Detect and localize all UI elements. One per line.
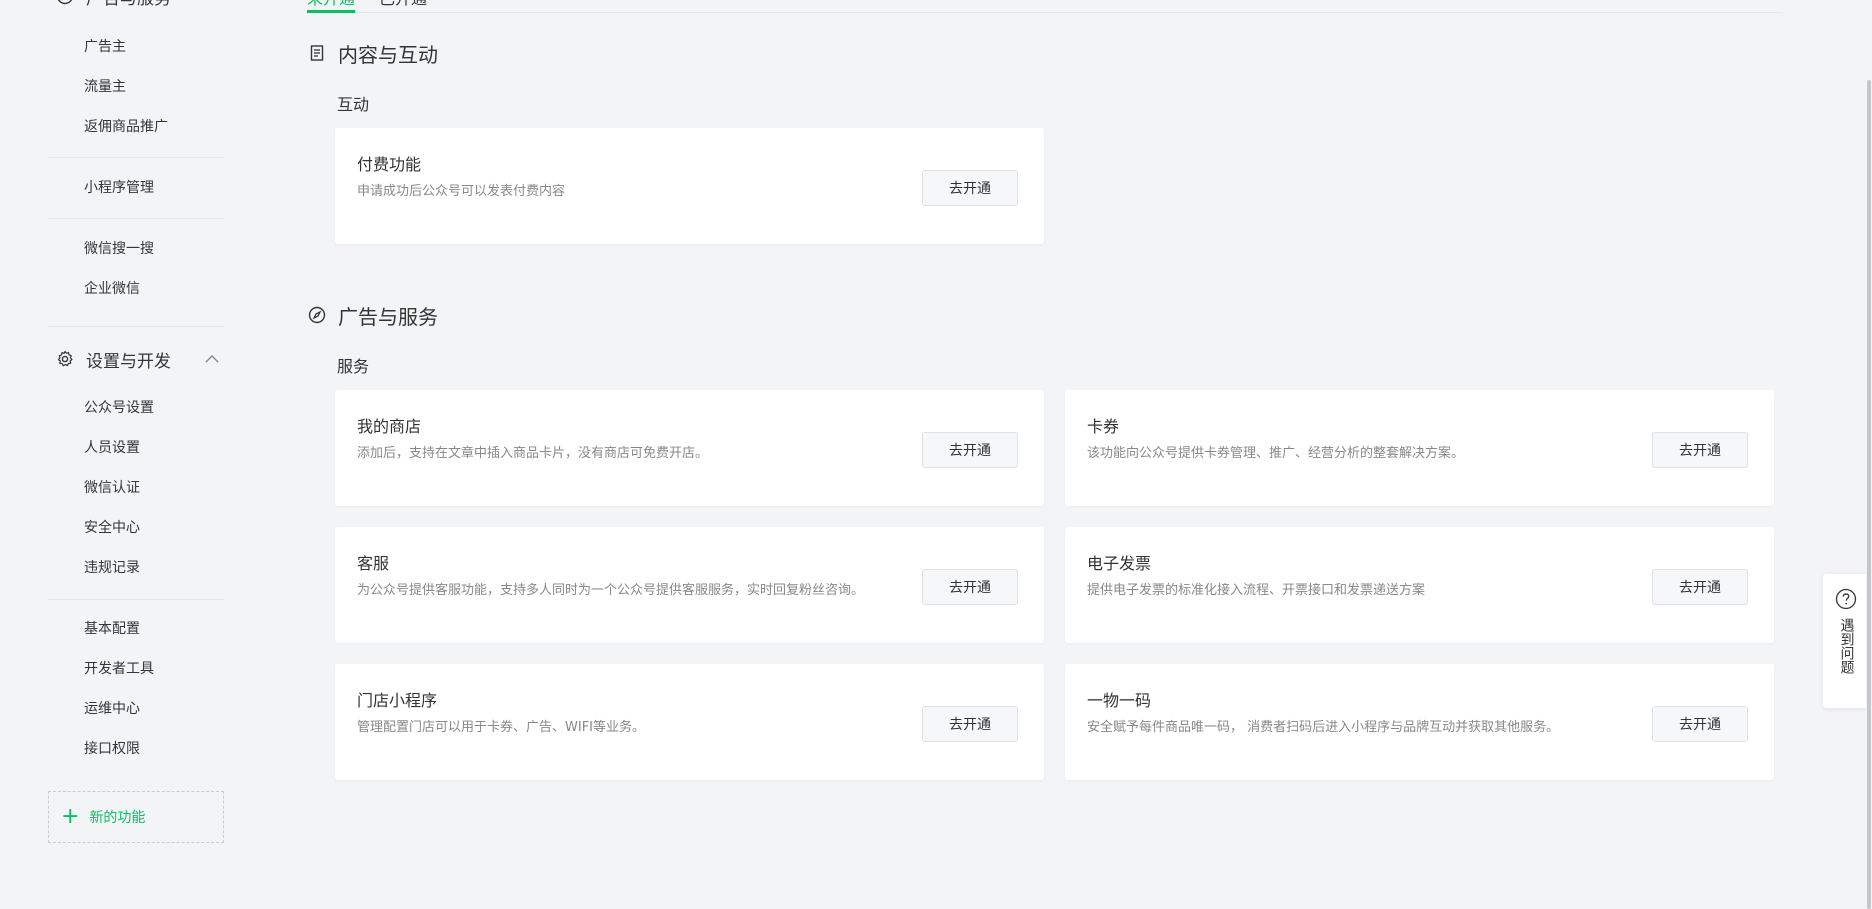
section-subtitle: 互动 <box>337 95 370 114</box>
plus-icon: + <box>61 804 80 829</box>
sidebar-item-wechat-search[interactable]: 微信搜一搜 <box>84 239 154 259</box>
card-description: 安全赋予每件商品唯一码， 消费者扫码后进入小程序与品牌互动并获取其他服务。 <box>1087 720 1560 735</box>
compass-icon <box>56 0 74 5</box>
card-description: 提供电子发票的标准化接入流程、开票接口和发票递送方案 <box>1087 583 1426 598</box>
gear-icon <box>56 350 74 368</box>
tab-enabled[interactable]: 已开通 <box>379 0 427 10</box>
new-feature-label: 新的功能 <box>89 810 146 826</box>
card-title: 一物一码 <box>1087 691 1152 710</box>
sidebar-item-advertiser[interactable]: 广告主 <box>84 37 126 57</box>
sidebar-item-violation-records[interactable]: 违规记录 <box>84 558 140 578</box>
section-title-ads: 广告与服务 <box>308 301 438 329</box>
sidebar-item-security-center[interactable]: 安全中心 <box>84 518 140 538</box>
card-description: 添加后，支持在文章中插入商品卡片，没有商店可免费开店。 <box>357 446 709 461</box>
enable-button[interactable]: 去开通 <box>922 569 1018 605</box>
sidebar-item-traffic-owner[interactable]: 流量主 <box>84 77 126 97</box>
feature-card-customer-service: 客服 为公众号提供客服功能，支持多人同时为一个公众号提供客服服务，实时回复粉丝咨… <box>335 527 1044 643</box>
enable-button[interactable]: 去开通 <box>922 432 1018 468</box>
sidebar-divider <box>48 218 224 219</box>
document-icon <box>308 44 326 62</box>
section-title-text: 广告与服务 <box>338 304 438 329</box>
sidebar-item-mini-program[interactable]: 小程序管理 <box>84 178 154 198</box>
card-description: 该功能向公众号提供卡券管理、推广、经营分析的整套解决方案。 <box>1087 446 1465 461</box>
new-feature-button[interactable]: + 新的功能 <box>48 791 224 843</box>
help-label: 遇到问题 <box>1838 618 1855 674</box>
card-title: 卡券 <box>1087 417 1120 436</box>
sidebar-item-account-settings[interactable]: 公众号设置 <box>84 398 154 418</box>
sidebar-item-wechat-verify[interactable]: 微信认证 <box>84 478 140 498</box>
enable-button[interactable]: 去开通 <box>1652 569 1748 605</box>
sidebar-item-member-settings[interactable]: 人员设置 <box>84 438 140 458</box>
section-subtitle: 服务 <box>337 357 370 376</box>
tab-not-enabled[interactable]: 未开通 <box>307 0 355 10</box>
enable-button[interactable]: 去开通 <box>922 706 1018 742</box>
tab-active-indicator <box>307 10 355 13</box>
sidebar-divider <box>48 599 224 600</box>
sidebar-group-label: 设置与开发 <box>86 351 171 372</box>
sidebar-divider <box>48 157 224 158</box>
sidebar-group-settings[interactable]: 设置与开发 <box>56 344 220 374</box>
sidebar-item-commission-promo[interactable]: 返佣商品推广 <box>84 117 168 137</box>
card-description: 申请成功后公众号可以发表付费内容 <box>357 184 566 199</box>
scrollbar-thumb[interactable] <box>1867 80 1871 909</box>
help-widget[interactable]: 遇到问题 <box>1823 574 1869 708</box>
sidebar-item-wecom[interactable]: 企业微信 <box>84 279 140 299</box>
sidebar-item-basic-config[interactable]: 基本配置 <box>84 619 140 639</box>
sidebar-group-label: 广告与服务 <box>86 0 171 9</box>
question-icon <box>1835 588 1857 610</box>
card-title: 客服 <box>357 554 390 573</box>
tabs-divider <box>307 12 1783 13</box>
chevron-up-icon[interactable] <box>204 351 220 367</box>
feature-card-one-item-one-code: 一物一码 安全赋予每件商品唯一码， 消费者扫码后进入小程序与品牌互动并获取其他服… <box>1065 664 1774 780</box>
feature-card-e-invoice: 电子发票 提供电子发票的标准化接入流程、开票接口和发票递送方案 去开通 <box>1065 527 1774 643</box>
card-description: 管理配置门店可以用于卡券、广告、WIFI等业务。 <box>357 720 645 735</box>
feature-card-coupons: 卡券 该功能向公众号提供卡券管理、推广、经营分析的整套解决方案。 去开通 <box>1065 390 1774 506</box>
card-title: 门店小程序 <box>357 691 438 710</box>
sidebar-item-ops-center[interactable]: 运维中心 <box>84 699 140 719</box>
enable-button[interactable]: 去开通 <box>1652 706 1748 742</box>
feature-card-paid: 付费功能 申请成功后公众号可以发表付费内容 去开通 <box>335 128 1044 244</box>
sidebar-group-ads-services[interactable]: 广告与服务 <box>56 0 171 10</box>
enable-button[interactable]: 去开通 <box>922 170 1018 206</box>
section-title-content: 内容与互动 <box>308 39 438 67</box>
card-title: 电子发票 <box>1087 554 1152 573</box>
compass-icon <box>308 306 326 324</box>
sidebar-item-developer-tools[interactable]: 开发者工具 <box>84 659 154 679</box>
sidebar: 广告与服务 广告主 流量主 返佣商品推广 小程序管理 微信搜一搜 企业微信 设置… <box>0 0 250 909</box>
sidebar-divider <box>48 326 224 327</box>
card-title: 付费功能 <box>357 155 422 174</box>
section-title-text: 内容与互动 <box>338 42 438 67</box>
sidebar-item-api-permissions[interactable]: 接口权限 <box>84 739 140 759</box>
feature-card-store-mini-program: 门店小程序 管理配置门店可以用于卡券、广告、WIFI等业务。 去开通 <box>335 664 1044 780</box>
card-title: 我的商店 <box>357 417 422 436</box>
card-description: 为公众号提供客服功能，支持多人同时为一个公众号提供客服服务，实时回复粉丝咨询。 <box>357 583 865 598</box>
feature-card-my-store: 我的商店 添加后，支持在文章中插入商品卡片，没有商店可免费开店。 去开通 <box>335 390 1044 506</box>
enable-button[interactable]: 去开通 <box>1652 432 1748 468</box>
